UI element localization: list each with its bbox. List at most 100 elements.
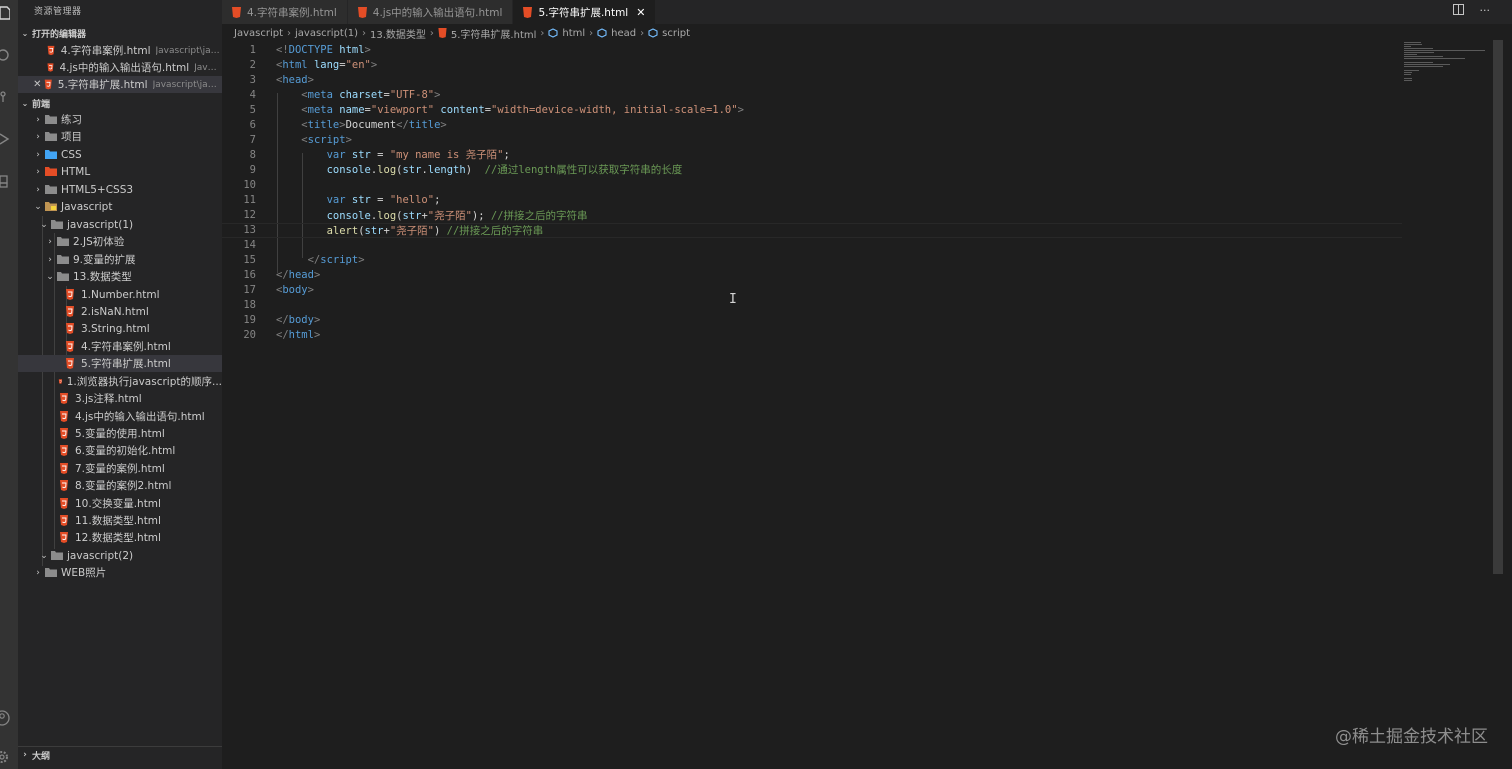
open-editor-item-active[interactable]: ✕ 5.字符串扩展.html Javascript\javas... xyxy=(18,76,222,93)
tree-folder-练习[interactable]: › 练习 xyxy=(18,111,222,128)
html-file-icon xyxy=(66,358,74,369)
code-line[interactable]: 2 <html lang="en"> xyxy=(222,57,1402,72)
tree-folder-variable-ext[interactable]: › 9.变量的扩展 xyxy=(18,251,222,268)
code-line[interactable]: 4 <meta charset="UTF-8"> xyxy=(222,87,1402,102)
code-token: str xyxy=(402,209,422,222)
code-text: </script> xyxy=(276,254,365,266)
explorer-icon[interactable] xyxy=(0,2,18,24)
code-token: > xyxy=(307,73,314,86)
open-editor-item[interactable]: 4.字符串案例.html Javascript\javas... xyxy=(18,42,222,59)
code-token: > xyxy=(434,88,441,101)
gear-icon[interactable] xyxy=(0,746,18,768)
tree-file[interactable]: 7.变量的案例.html xyxy=(18,460,222,477)
breadcrumb-item[interactable]: head xyxy=(611,28,636,39)
code-line[interactable]: 5 <meta name="viewport" content="width=d… xyxy=(222,102,1402,117)
tree-folder-js-intro[interactable]: › 2.JS初体验 xyxy=(18,233,222,250)
line-number: 17 xyxy=(243,284,256,297)
code-token: str xyxy=(351,149,371,162)
minimap[interactable] xyxy=(1400,40,1492,81)
tree-file[interactable]: 3.String.html xyxy=(18,320,222,337)
tree-folder-javascript-2[interactable]: ⌄ javascript(2) xyxy=(18,547,222,564)
code-token: > xyxy=(364,43,371,56)
tree-file[interactable]: 1.浏览器执行javascript的顺序... xyxy=(18,373,222,390)
breadcrumb-item[interactable]: Javascript xyxy=(234,28,283,39)
code-line[interactable]: 16 </head> xyxy=(222,268,1402,283)
tree-file[interactable]: 1.Number.html xyxy=(18,286,222,303)
code-line[interactable]: 12 console.log(str+"尧子陌"); //拼接之后的字符串 xyxy=(222,208,1402,223)
tree-file-active[interactable]: 5.字符串扩展.html xyxy=(18,355,222,372)
code-token: > xyxy=(440,118,447,131)
code-text: alert(str+"尧子陌") //拼接之后的字符串 xyxy=(276,223,544,238)
code-token: "hello" xyxy=(389,194,435,206)
tree-file[interactable]: 8.变量的案例2.html xyxy=(18,477,222,494)
tree-file[interactable]: 10.交换变量.html xyxy=(18,495,222,512)
source-control-icon[interactable] xyxy=(0,86,18,108)
code-token: log xyxy=(377,209,397,222)
code-line[interactable]: 10 xyxy=(222,177,1402,192)
more-actions-icon[interactable]: ··· xyxy=(1480,4,1491,18)
breadcrumb-item[interactable]: 13.数据类型 xyxy=(370,26,426,41)
breadcrumb-item[interactable]: script xyxy=(662,28,690,39)
code-editor[interactable]: 1 <!DOCTYPE html> 2 <html lang="en"> 3 <head>… xyxy=(222,40,1492,769)
open-editors-header[interactable]: ⌄ 打开的编辑器 xyxy=(18,25,222,41)
run-debug-icon[interactable] xyxy=(0,128,18,150)
line-number: 10 xyxy=(243,178,256,191)
split-editor-icon[interactable] xyxy=(1452,4,1464,18)
code-line[interactable]: 15 </script> xyxy=(222,253,1402,268)
code-token: name xyxy=(339,103,365,116)
code-line[interactable]: 19 </body> xyxy=(222,313,1402,328)
line-number: 5 xyxy=(249,103,256,116)
code-line[interactable]: 18 xyxy=(222,298,1402,313)
tree-file[interactable]: 12.数据类型.html xyxy=(18,529,222,546)
vertical-scrollbar[interactable] xyxy=(1493,40,1503,574)
tree-folder-web-photos[interactable]: › WEB照片 xyxy=(18,564,222,581)
folder-open-icon xyxy=(51,551,63,560)
tree-folder-css[interactable]: › CSS xyxy=(18,146,222,163)
code-line[interactable]: 6 <title>Document</title> xyxy=(222,117,1402,132)
code-line[interactable]: 11 var str = "hello"; xyxy=(222,193,1402,208)
tree-file[interactable]: 11.数据类型.html xyxy=(18,512,222,529)
tab-5-string-extension[interactable]: 5.字符串扩展.html ✕ xyxy=(513,0,657,24)
tab-4-string-example[interactable]: 4.字符串案例.html xyxy=(222,0,348,24)
chevron-down-icon: ⌄ xyxy=(34,201,42,212)
tab-4-js-io[interactable]: 4.js中的输入输出语句.html xyxy=(347,0,514,24)
tree-folder-html5-css3[interactable]: › HTML5+CSS3 xyxy=(18,181,222,198)
tree-file[interactable]: 2.isNaN.html xyxy=(18,303,222,320)
breadcrumb-item[interactable]: javascript(1) xyxy=(295,28,358,39)
code-line[interactable]: 17 <body> xyxy=(222,283,1402,298)
extensions-icon[interactable] xyxy=(0,170,18,192)
code-line[interactable]: 7 <script> xyxy=(222,132,1402,147)
tree-file[interactable]: 6.变量的初始化.html xyxy=(18,442,222,459)
tree-folder-html[interactable]: › HTML xyxy=(18,163,222,180)
account-icon[interactable] xyxy=(0,707,18,729)
open-editor-item[interactable]: 4.js中的输入输出语句.html Javasc... xyxy=(18,59,222,76)
code-line[interactable]: 20 </html> xyxy=(222,328,1402,343)
breadcrumb-item[interactable]: html xyxy=(562,28,585,39)
tree-folder-javascript[interactable]: ⌄ Javascript xyxy=(18,198,222,215)
code-line[interactable]: 1 <!DOCTYPE html> xyxy=(222,42,1402,57)
line-number: 15 xyxy=(243,254,256,267)
tree-file[interactable]: 4.字符串案例.html xyxy=(18,338,222,355)
html-file-icon xyxy=(66,341,74,352)
code-token: ); xyxy=(471,209,491,222)
tree-file[interactable]: 5.变量的使用.html xyxy=(18,425,222,442)
breadcrumb: Javascript › javascript(1) › 13.数据类型 › 5… xyxy=(234,26,690,41)
code-line[interactable]: 8 var str = "my name is 尧子陌"; xyxy=(222,147,1402,162)
outline-header[interactable]: › 大纲 xyxy=(18,746,222,763)
close-icon[interactable]: ✕ xyxy=(636,6,645,19)
tree-folder-data-types[interactable]: ⌄ 13.数据类型 xyxy=(18,268,222,285)
close-icon[interactable]: ✕ xyxy=(32,79,43,90)
search-icon[interactable] xyxy=(0,44,18,66)
code-line[interactable]: 14 xyxy=(222,238,1402,253)
code-line[interactable]: 3 <head> xyxy=(222,72,1402,87)
code-line[interactable]: 13 alert(str+"尧子陌") //拼接之后的字符串 xyxy=(222,222,1402,238)
tree-folder-javascript-1[interactable]: ⌄ javascript(1) xyxy=(18,216,222,233)
breadcrumb-item[interactable]: 5.字符串扩展.html xyxy=(451,26,537,41)
workspace-header[interactable]: ⌄ 前端 xyxy=(18,95,222,111)
tree-file[interactable]: 4.js中的输入输出语句.html xyxy=(18,408,222,425)
tree-file[interactable]: 3.js注释.html xyxy=(18,390,222,407)
minimap-line xyxy=(1404,44,1422,45)
code-line[interactable]: 9 console.log(str.length) //通过length属性可以… xyxy=(222,162,1402,177)
tree-folder-项目[interactable]: › 项目 xyxy=(18,128,222,145)
